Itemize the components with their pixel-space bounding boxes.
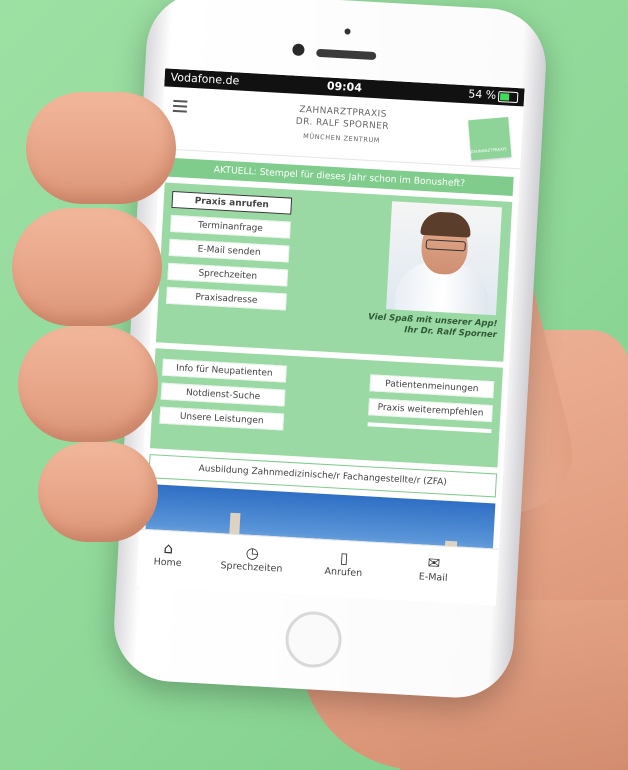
- smartphone: Vodafone.de 09:04 54 % ZAHNARZTPRAXIS DR…: [111, 0, 549, 701]
- practice-title: ZAHNARZTPRAXIS DR. RALF SPORNER MÜNCHEN …: [222, 100, 464, 149]
- contact-panel: Praxis anrufen Terminanfrage E-Mail send…: [155, 182, 513, 362]
- doctor-portrait: [386, 201, 502, 316]
- opening-hours-button[interactable]: Sprechzeiten: [167, 262, 289, 287]
- nav-call[interactable]: ▯ Anrufen: [303, 547, 384, 580]
- practice-logo: ZAHNARZTPRAXIS: [468, 116, 512, 161]
- logo-text: ZAHNARZTPRAXIS: [470, 146, 507, 155]
- nav-opening-hours[interactable]: ◷ Sprechzeiten: [211, 542, 292, 575]
- info-left-column: Info für Neupatienten Notdienst-Suche Un…: [159, 358, 287, 438]
- little-finger: [38, 442, 158, 542]
- info-right-column: Patientenmeinungen Praxis weiterempfehle…: [367, 374, 495, 434]
- send-email-button[interactable]: E-Mail senden: [168, 238, 290, 263]
- recommend-practice-button[interactable]: Praxis weiterempfehlen: [368, 398, 493, 423]
- partial-button[interactable]: [367, 422, 492, 434]
- contact-buttons: Praxis anrufen Terminanfrage E-Mail send…: [166, 190, 293, 318]
- emergency-search-button[interactable]: Notdienst-Suche: [160, 382, 286, 407]
- hamburger-menu-icon[interactable]: [172, 97, 188, 116]
- middle-finger: [12, 208, 162, 326]
- practice-address-button[interactable]: Praxisadresse: [166, 286, 287, 311]
- nav-home[interactable]: ⌂ Home: [136, 537, 209, 570]
- appointment-request-button[interactable]: Terminanfrage: [170, 214, 291, 239]
- ring-finger: [18, 326, 158, 442]
- battery-icon: [497, 91, 519, 104]
- call-practice-button[interactable]: Praxis anrufen: [171, 190, 293, 215]
- phone-screen: Vodafone.de 09:04 54 % ZAHNARZTPRAXIS DR…: [136, 68, 525, 606]
- welcome-quote: Viel Spaß mit unserer App! Ihr Dr. Ralf …: [365, 312, 498, 341]
- index-finger: [26, 92, 176, 204]
- photo-scene: Vodafone.de 09:04 54 % ZAHNARZTPRAXIS DR…: [0, 0, 628, 770]
- battery-percent: 54 %: [467, 87, 497, 102]
- nav-email[interactable]: ✉ E-Mail: [393, 552, 474, 585]
- info-panel: Info für Neupatienten Notdienst-Suche Un…: [149, 348, 504, 468]
- new-patients-info-button[interactable]: Info für Neupatienten: [162, 358, 287, 383]
- our-services-button[interactable]: Unsere Leistungen: [159, 406, 285, 431]
- patient-reviews-button[interactable]: Patientenmeinungen: [369, 374, 495, 399]
